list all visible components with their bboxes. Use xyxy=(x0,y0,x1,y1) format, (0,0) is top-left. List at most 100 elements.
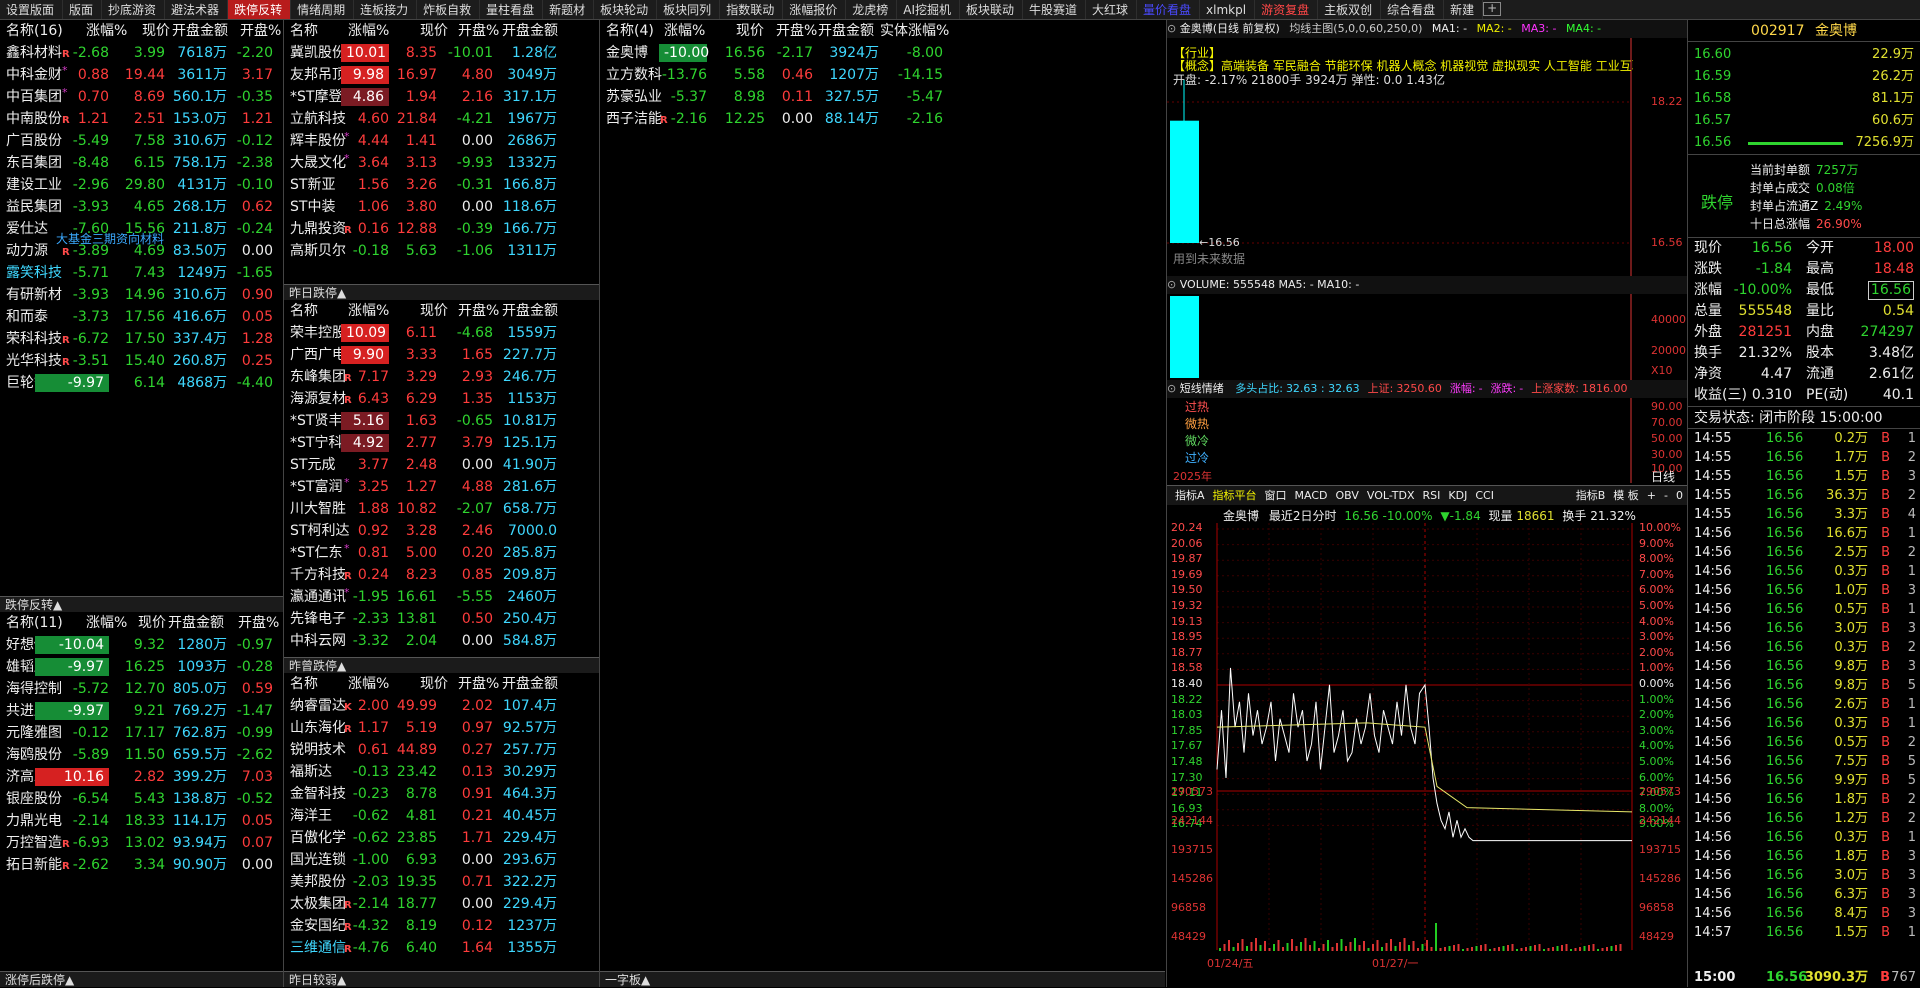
table-row[interactable]: 中百集团 * 0.70 8.69 560.1万 -0.35 xyxy=(0,86,283,108)
stock-name[interactable]: 中科云网 xyxy=(290,630,346,652)
col-chg[interactable]: 涨幅% xyxy=(348,673,389,695)
indicator-right-btn[interactable]: - xyxy=(1664,489,1668,502)
table-row[interactable]: 光华科技 R -3.51 15.40 260.8万 0.25 xyxy=(0,350,283,372)
kline-title[interactable]: 金奥博(日线 前复权) xyxy=(1180,22,1280,35)
tab-14[interactable]: 龙虎榜 xyxy=(846,0,898,19)
table-row[interactable]: 中科金财 * 0.88 19.44 3611万 3.17 xyxy=(0,64,283,86)
col-name[interactable]: 名称(4) xyxy=(606,20,654,42)
stock-name[interactable]: 先锋电子 xyxy=(290,608,346,630)
table-row[interactable]: *ST富润 * 3.25 1.27 4.88 281.6万 xyxy=(284,476,599,498)
table-row[interactable]: 好想你*-10.049.321280万-0.97 xyxy=(0,634,283,656)
stock-name[interactable]: 广百股份 xyxy=(6,130,62,152)
col-open[interactable]: 开盘% xyxy=(240,20,281,42)
indicator-tab-0[interactable]: 指标A xyxy=(1175,489,1205,502)
tab-10[interactable]: 板块轮动 xyxy=(594,0,658,19)
table-row[interactable]: 万控智造 R -6.93 13.02 93.94万 0.07 xyxy=(0,832,283,854)
stock-name[interactable]: 力鼎光电 xyxy=(6,810,62,832)
stock-name[interactable]: 锐明技术 xyxy=(290,739,346,761)
stock-name[interactable]: *ST摩登 xyxy=(290,86,342,108)
col-open[interactable]: 开盘% xyxy=(458,300,499,322)
table-row[interactable]: 太极集团 R -2.14 18.77 0.00 229.4万 xyxy=(284,893,599,915)
table-row[interactable]: 东百集团 -8.48 6.15 758.1万 -2.38 xyxy=(0,152,283,174)
stock-name[interactable]: 海鸥股份 xyxy=(6,744,62,766)
col-name[interactable]: 名称(16) xyxy=(6,20,63,42)
col-open[interactable]: 开盘% xyxy=(458,20,499,42)
table-row[interactable]: 金奥博*-10.0016.56-2.173924万-8.00 xyxy=(600,42,1165,64)
table-row[interactable]: 福斯达 -0.13 23.42 0.13 30.29万 xyxy=(284,761,599,783)
table-row[interactable]: 和而泰 -3.73 17.56 416.6万 0.05 xyxy=(0,306,283,328)
tab-22[interactable]: 主板双创 xyxy=(1318,0,1382,19)
table-row[interactable]: 苏豪弘业 -5.37 8.98 0.11 327.5万 -5.47 xyxy=(600,86,1165,108)
stock-name[interactable]: 动力源 xyxy=(6,240,48,262)
tab-18[interactable]: 大红球 xyxy=(1086,0,1138,19)
table-row[interactable]: 元隆雅图 -0.12 17.17 762.8万 -0.99 xyxy=(0,722,283,744)
tab-12[interactable]: 指数联动 xyxy=(720,0,784,19)
tab-17[interactable]: 牛股赛道 xyxy=(1023,0,1087,19)
stock-name[interactable]: 光华科技 xyxy=(6,350,62,372)
table-row[interactable]: 力鼎光电 -2.14 18.33 114.1万 0.05 xyxy=(0,810,283,832)
stock-name[interactable]: 山东海化 xyxy=(290,717,346,739)
stock-name[interactable]: 中南股份 xyxy=(6,108,62,130)
stock-name[interactable]: 东峰集团 xyxy=(290,366,346,388)
tab-15[interactable]: AI挖掘机 xyxy=(897,0,960,19)
stock-name[interactable]: 大晟文化 xyxy=(290,152,346,174)
stock-name[interactable]: 荣丰控股 xyxy=(290,322,346,344)
stock-name[interactable]: 百傲化学 xyxy=(290,827,346,849)
tab-9[interactable]: 新题材 xyxy=(543,0,595,19)
indicator-right-btn[interactable]: 指标B xyxy=(1576,489,1606,502)
tab-0[interactable]: 设置版面 xyxy=(0,0,64,19)
table-row[interactable]: 大晟文化 * 3.64 3.13 -9.93 1332万 xyxy=(284,152,599,174)
stock-name[interactable]: 中百集团 xyxy=(6,86,62,108)
table-row[interactable]: 山东海化 R 1.17 5.19 0.97 92.57万 xyxy=(284,717,599,739)
table-row[interactable]: 银座股份 -6.54 5.43 138.8万 -0.52 xyxy=(0,788,283,810)
volume-chart[interactable]: 40000 20000 X10 xyxy=(1167,294,1687,380)
stock-name[interactable]: 元隆雅图 xyxy=(6,722,62,744)
table-row[interactable]: 金安国纪 R -4.32 8.19 0.12 1237万 xyxy=(284,915,599,937)
tab-2[interactable]: 抄底游资 xyxy=(102,0,166,19)
table-row[interactable]: 有研新材 -3.93 14.96 310.6万 0.90 xyxy=(0,284,283,306)
table-row[interactable]: 荣丰控股*10.096.11-4.681559万 xyxy=(284,322,599,344)
stock-name[interactable]: 荣科科技 xyxy=(6,328,62,350)
col-price[interactable]: 现价 xyxy=(138,612,166,634)
stock-name[interactable]: 和而泰 xyxy=(6,306,48,328)
tab-3[interactable]: 避法术器 xyxy=(165,0,229,19)
table-row[interactable]: *ST摩登*4.861.942.16317.1万 xyxy=(284,86,599,108)
table-row[interactable]: 千方科技 R 0.24 8.23 0.85 209.8万 xyxy=(284,564,599,586)
stock-name[interactable]: 有研新材 xyxy=(6,284,62,306)
stock-name[interactable]: 益民集团 xyxy=(6,196,62,218)
stock-name[interactable]: ST柯利达 xyxy=(290,520,349,542)
table-row[interactable]: 海洋王 -0.62 4.81 0.21 40.45万 xyxy=(284,805,599,827)
stock-name[interactable]: 中科金财 xyxy=(6,64,62,86)
stock-name[interactable]: *ST贤丰 xyxy=(290,410,342,432)
table-row[interactable]: 共进股份R-9.979.21769.2万-1.47 xyxy=(0,700,283,722)
table-row[interactable]: ST新亚 1.56 3.26 -0.31 166.8万 xyxy=(284,174,599,196)
table-row[interactable]: 立方数科 -13.76 5.58 0.46 1207万 -14.15 xyxy=(600,64,1165,86)
mood-chart[interactable]: 过热 微热 微冷 过冷 2025年 90.00 70.00 50.00 30.0… xyxy=(1167,398,1687,483)
dropdown-icon[interactable]: ⊙ xyxy=(1167,22,1180,35)
tab-16[interactable]: 板块联动 xyxy=(960,0,1023,19)
col-open[interactable]: 开盘% xyxy=(776,20,817,42)
indicator-tab-2[interactable]: 窗口 xyxy=(1265,489,1287,502)
bid-row[interactable]: 16.60 22.9万 xyxy=(1688,44,1920,66)
stock-name[interactable]: 金安国纪 xyxy=(290,915,346,937)
table-row[interactable]: 雄韬股份R-9.9716.251093万-0.28 xyxy=(0,656,283,678)
col-amount[interactable]: 开盘金额 xyxy=(502,20,558,42)
indicator-right-btn[interactable]: 模 板 xyxy=(1613,489,1639,502)
table-row[interactable]: 百傲化学 -0.62 23.85 1.71 229.4万 xyxy=(284,827,599,849)
stock-name[interactable]: ST新亚 xyxy=(290,174,335,196)
tab-19[interactable]: 量价看盘 xyxy=(1137,0,1201,19)
table-row[interactable]: 立航科技 4.60 21.84 -4.21 1967万 xyxy=(284,108,599,130)
col-name[interactable]: 名称 xyxy=(290,673,318,695)
stock-name[interactable]: 东百集团 xyxy=(6,152,62,174)
indicator-tab-5[interactable]: VOL-TDX xyxy=(1367,489,1415,502)
table-row[interactable]: 鑫科材料 R -2.68 3.99 7618万 -2.20 xyxy=(0,42,283,64)
col-name[interactable]: 名称 xyxy=(290,20,318,42)
table-row[interactable]: 国光连锁 -1.00 6.93 0.00 293.6万 xyxy=(284,849,599,871)
table-row[interactable]: 纳睿雷达 K 2.00 49.99 2.02 107.4万 xyxy=(284,695,599,717)
table-row[interactable]: 锐明技术 0.61 44.89 0.27 257.7万 xyxy=(284,739,599,761)
col-chg[interactable]: 涨幅% xyxy=(86,20,127,42)
fold-header-yesterday-weak[interactable]: 昨日较弱▲ xyxy=(284,971,599,987)
col-amount[interactable]: 开盘金额 xyxy=(502,300,558,322)
table-row[interactable]: ST元成 3.77 2.48 0.00 41.90万 xyxy=(284,454,599,476)
table-row[interactable]: 友邦吊顶R9.9816.974.803049万 xyxy=(284,64,599,86)
